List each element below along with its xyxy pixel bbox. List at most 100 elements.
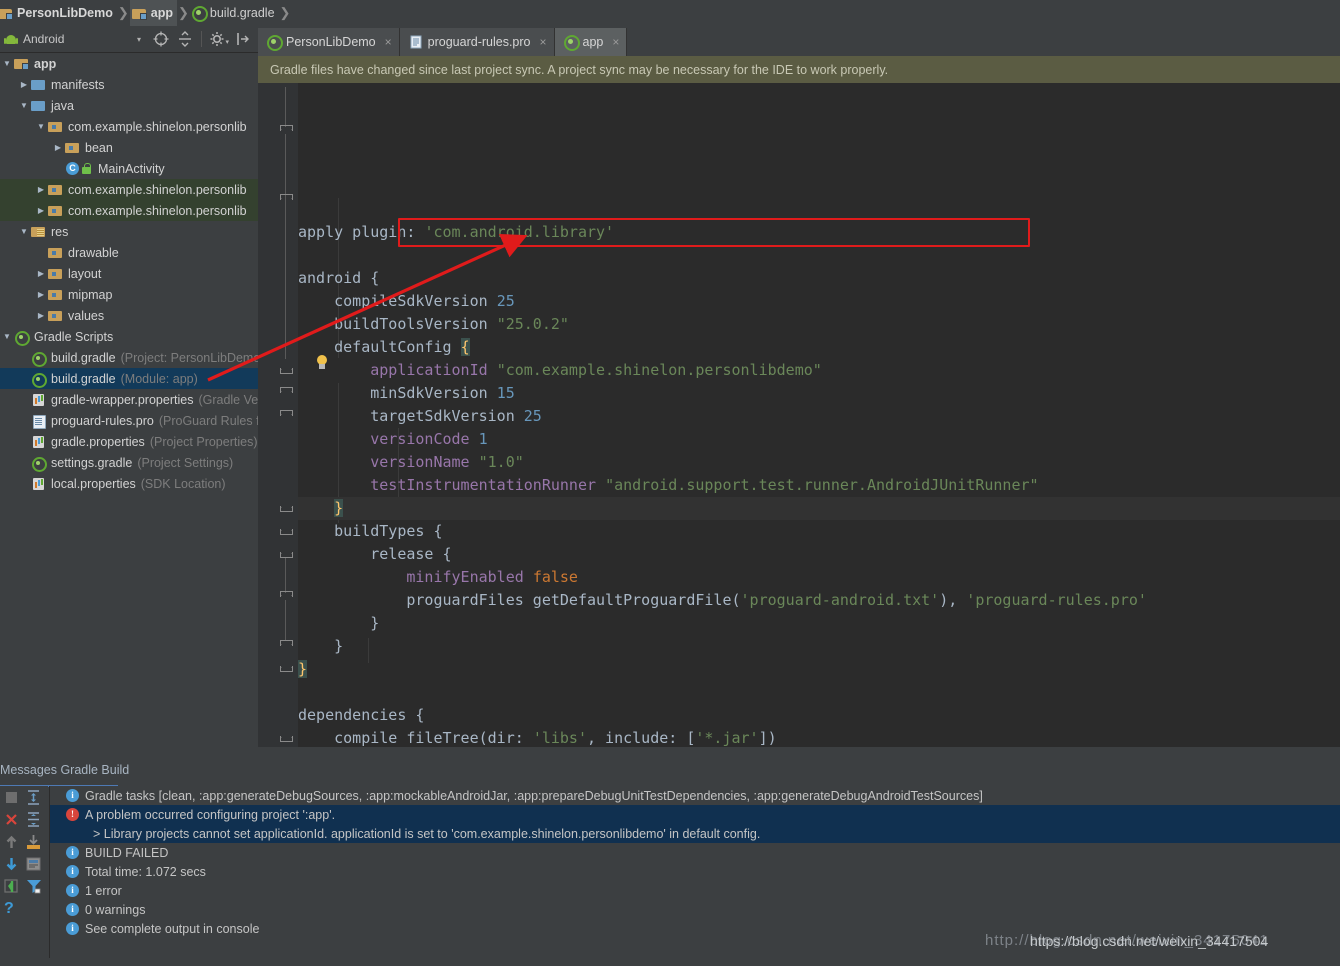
code-text-area[interactable]: apply plugin: 'com.android.library' andr… — [298, 83, 1340, 747]
fold-marker-end-androidtestcompile[interactable] — [280, 663, 293, 672]
stop-icon[interactable] — [2, 788, 22, 808]
fold-marker-end-buildtypes[interactable] — [280, 526, 293, 535]
message-row[interactable]: i BUILD FAILED — [50, 843, 1340, 862]
fold-marker-end-dependencies[interactable] — [280, 733, 293, 742]
tree-row[interactable]: settings.gradle (Project Settings) — [0, 452, 258, 473]
console-icon[interactable] — [24, 854, 44, 874]
fold-marker-expanded-android[interactable] — [280, 125, 293, 134]
code-line[interactable]: applicationId "com.example.shinelon.pers… — [298, 359, 1340, 382]
tree-row[interactable]: local.properties (SDK Location) — [0, 473, 258, 494]
fold-marker-expanded-release[interactable] — [280, 410, 293, 419]
chevron-down-icon[interactable] — [34, 122, 48, 131]
code-line[interactable]: release { — [298, 543, 1340, 566]
code-line[interactable]: targetSdkVersion 25 — [298, 405, 1340, 428]
chevron-right-icon[interactable] — [34, 185, 48, 194]
code-line[interactable] — [298, 681, 1340, 704]
tree-row[interactable]: res — [0, 221, 258, 242]
tab-personlibdemo[interactable]: PersonLibDemo × — [258, 28, 400, 56]
close-icon[interactable]: × — [385, 35, 392, 49]
message-row[interactable]: i 0 warnings — [50, 900, 1340, 919]
fold-marker-end-release[interactable] — [280, 503, 293, 512]
expand-all-icon[interactable] — [24, 788, 44, 808]
tree-row[interactable]: bean — [0, 137, 258, 158]
fold-marker-expanded-buildtypes[interactable] — [280, 387, 293, 396]
project-view-selector[interactable]: Android ▾ — [0, 32, 149, 46]
chevron-down-icon[interactable] — [0, 332, 14, 341]
messages-panel-title[interactable]: Messages Gradle Build — [0, 763, 129, 777]
next-occurrence-icon[interactable] — [2, 854, 22, 874]
chevron-right-icon[interactable] — [34, 290, 48, 299]
message-row[interactable]: i Gradle tasks [clean, :app:generateDebug… — [50, 786, 1340, 805]
chevron-right-icon[interactable] — [34, 311, 48, 320]
message-row[interactable]: i Total time: 1.072 secs — [50, 862, 1340, 881]
fold-marker-expanded-androidtestcompile[interactable] — [280, 640, 293, 649]
tree-row[interactable]: build.gradle (Project: PersonLibDemo) — [0, 347, 258, 368]
code-line[interactable]: } — [298, 497, 1340, 520]
tree-row[interactable]: drawable — [0, 242, 258, 263]
code-line[interactable]: proguardFiles getDefaultProguardFile('pr… — [298, 589, 1340, 612]
tree-row[interactable]: mipmap — [0, 284, 258, 305]
fold-marker-expanded-dependencies[interactable] — [280, 591, 293, 600]
tree-row[interactable]: com.example.shinelon.personlib — [0, 200, 258, 221]
collapse-all-icon[interactable] — [175, 29, 195, 49]
tree-row[interactable]: gradle-wrapper.properties (Gradle Version… — [0, 389, 258, 410]
chevron-down-icon[interactable] — [0, 59, 14, 68]
chevron-right-icon[interactable] — [51, 143, 65, 152]
project-tree[interactable]: app manifests java com.example.shinelon.per… — [0, 53, 258, 747]
message-row[interactable]: > Library projects cannot set applicatio… — [50, 824, 1340, 843]
hide-panel-icon[interactable] — [232, 29, 252, 49]
close-icon[interactable]: × — [540, 35, 547, 49]
tree-row[interactable]: com.example.shinelon.personlib — [0, 116, 258, 137]
tree-row[interactable]: build.gradle (Module: app) — [0, 368, 258, 389]
breadcrumb-item-project[interactable]: PersonLibDemo — [0, 0, 117, 26]
target-icon[interactable] — [151, 29, 171, 49]
gear-icon[interactable]: ▾ — [208, 29, 229, 49]
message-row[interactable]: i 1 error — [50, 881, 1340, 900]
prev-occurrence-icon[interactable] — [2, 832, 22, 852]
chevron-down-icon[interactable]: ▾ — [137, 35, 141, 44]
code-line[interactable] — [298, 244, 1340, 267]
fold-marker-expanded-defaultconfig[interactable] — [280, 194, 293, 203]
message-row[interactable]: ! A problem occurred configuring project … — [50, 805, 1340, 824]
code-line[interactable]: defaultConfig { — [298, 336, 1340, 359]
code-line[interactable]: minifyEnabled false — [298, 566, 1340, 589]
fold-marker-end-android[interactable] — [280, 549, 293, 558]
chevron-right-icon[interactable] — [17, 80, 31, 89]
tree-row[interactable]: MainActivity — [0, 158, 258, 179]
code-line[interactable]: minSdkVersion 15 — [298, 382, 1340, 405]
tree-row[interactable]: values — [0, 305, 258, 326]
code-line[interactable]: android { — [298, 267, 1340, 290]
code-line[interactable]: dependencies { — [298, 704, 1340, 727]
tree-row[interactable]: java — [0, 95, 258, 116]
code-line[interactable]: } — [298, 612, 1340, 635]
code-line[interactable]: } — [298, 635, 1340, 658]
editor-fold-gutter[interactable] — [258, 83, 327, 747]
chevron-right-icon[interactable] — [34, 269, 48, 278]
code-line[interactable]: buildToolsVersion "25.0.2" — [298, 313, 1340, 336]
code-line[interactable]: testInstrumentationRunner "android.suppo… — [298, 474, 1340, 497]
export-icon[interactable] — [24, 832, 44, 852]
code-line[interactable]: compileSdkVersion 25 — [298, 290, 1340, 313]
filter-icon[interactable] — [24, 876, 44, 896]
tree-row[interactable]: gradle.properties (Project Properties) — [0, 431, 258, 452]
code-line[interactable]: versionName "1.0" — [298, 451, 1340, 474]
code-line[interactable]: apply plugin: 'com.android.library' — [298, 221, 1340, 244]
chevron-down-icon[interactable] — [17, 101, 31, 110]
close-icon[interactable]: × — [612, 35, 619, 49]
chevron-right-icon[interactable] — [34, 206, 48, 215]
chevron-down-icon[interactable] — [17, 227, 31, 236]
code-editor[interactable]: apply plugin: 'com.android.library' andr… — [258, 83, 1340, 747]
breadcrumb-item-module[interactable]: app — [129, 0, 177, 26]
tree-row[interactable]: proguard-rules.pro (ProGuard Rules for ap… — [0, 410, 258, 431]
tree-row[interactable]: com.example.shinelon.personlib — [0, 179, 258, 200]
breadcrumb-item-file[interactable]: build.gradle — [190, 0, 279, 26]
tab-proguard-rules[interactable]: proguard-rules.pro × — [399, 28, 555, 56]
fold-marker-end-defaultconfig[interactable] — [280, 365, 293, 374]
code-line[interactable]: buildTypes { — [298, 520, 1340, 543]
code-line[interactable]: versionCode 1 — [298, 428, 1340, 451]
code-line[interactable]: } — [298, 658, 1340, 681]
tree-row[interactable]: Gradle Scripts — [0, 326, 258, 347]
close-icon[interactable] — [2, 810, 22, 830]
tree-row[interactable]: layout — [0, 263, 258, 284]
help-icon[interactable]: ? — [0, 898, 20, 918]
